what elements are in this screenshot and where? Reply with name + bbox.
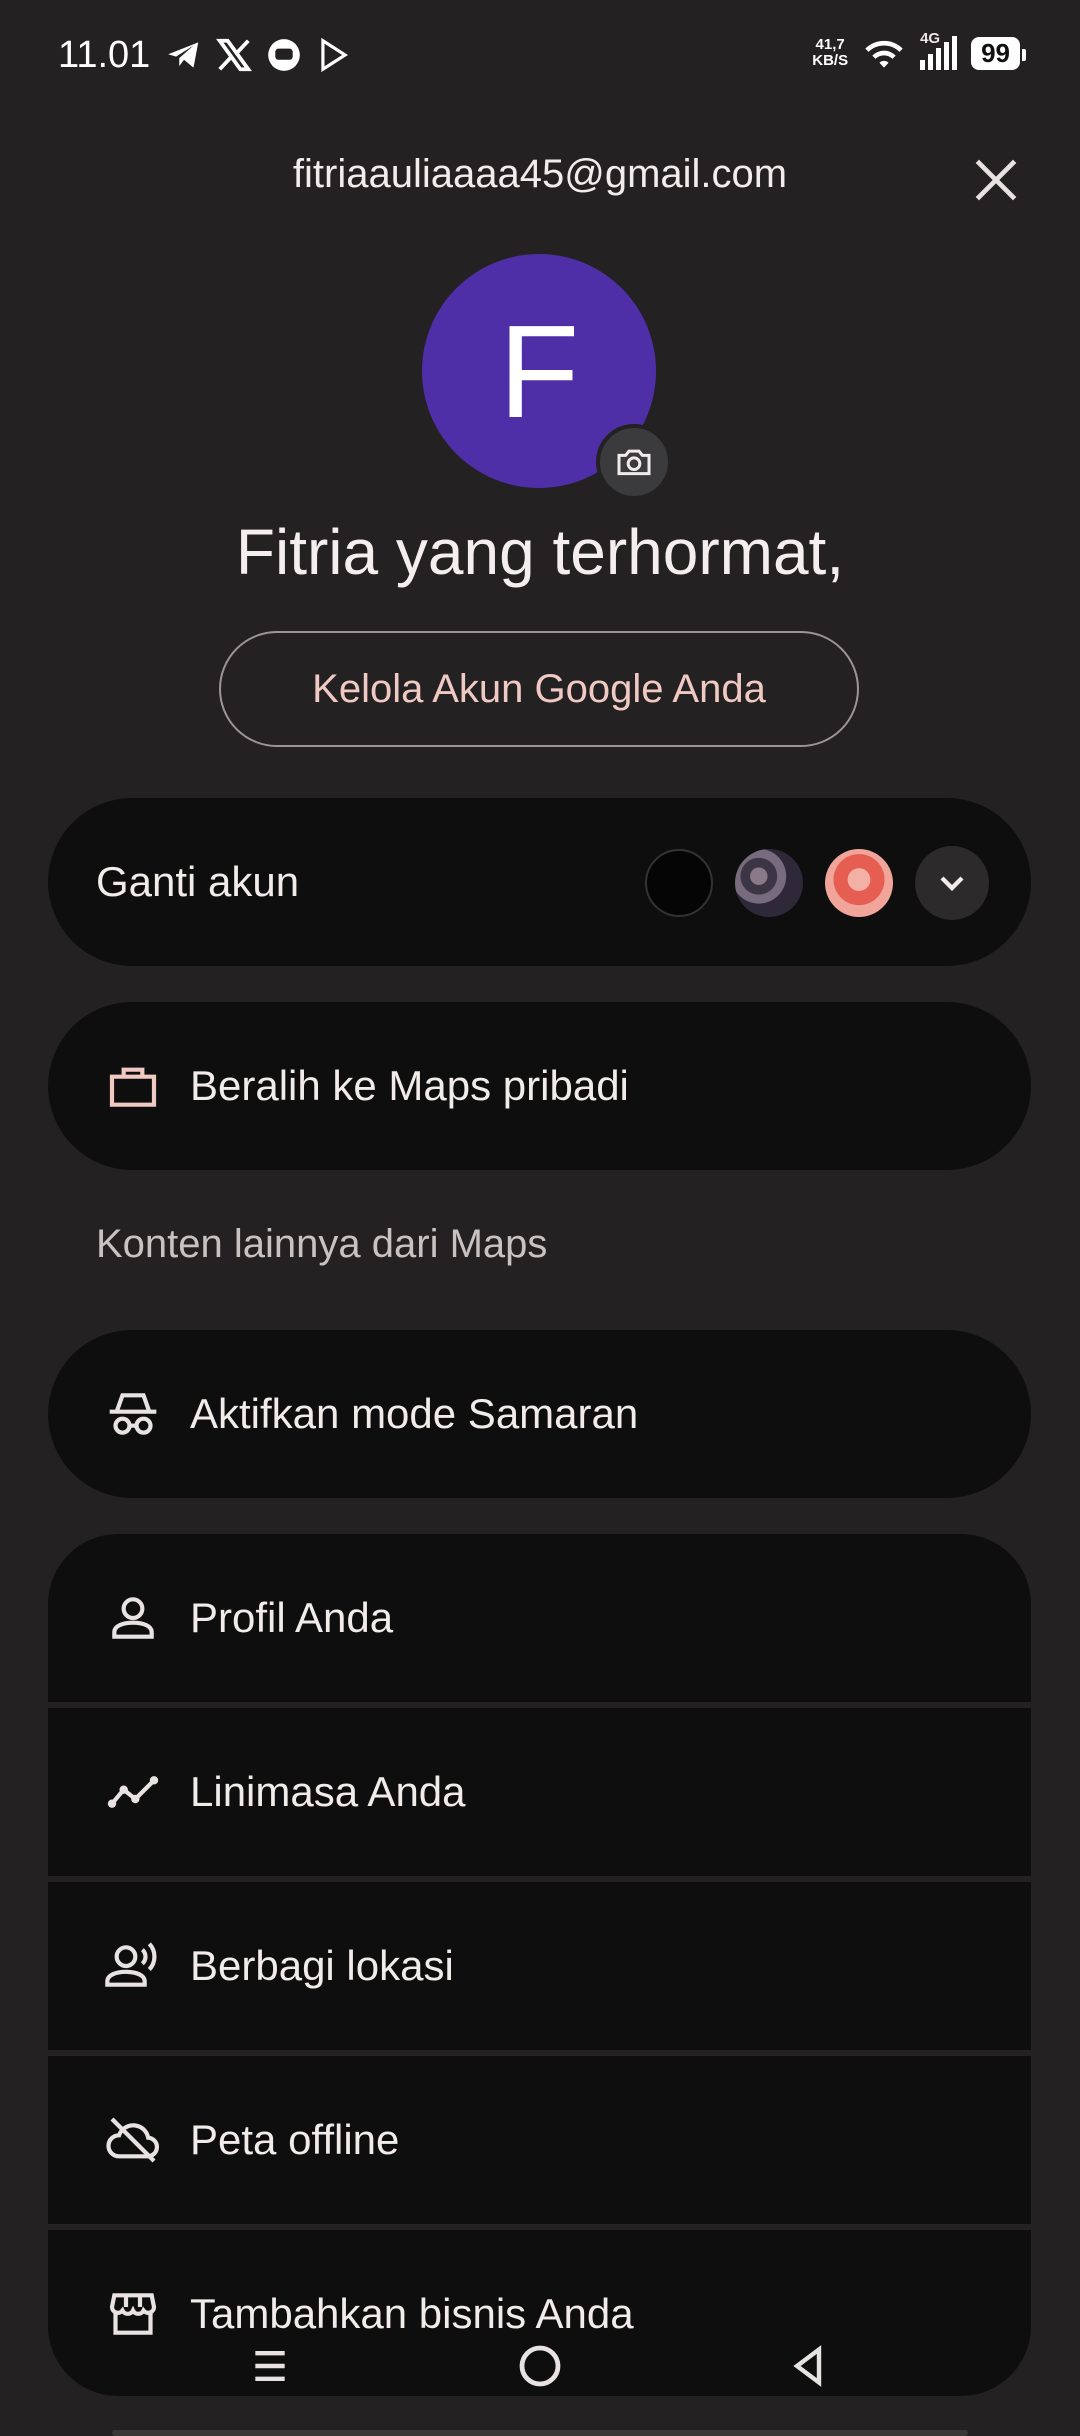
status-bar: 11.01 41,7 KB/S 4G 99 (0, 0, 1080, 115)
close-icon[interactable] (968, 152, 1024, 208)
manage-account-button[interactable]: Kelola Akun Google Anda (219, 631, 859, 747)
menu-item-label: Peta offline (190, 2116, 400, 2163)
switch-account-label: Ganti akun (96, 858, 300, 905)
account-avatar[interactable] (645, 849, 713, 917)
other-accounts (645, 846, 989, 920)
signal-indicator: 4G (920, 30, 958, 70)
account-avatar[interactable] (825, 849, 893, 917)
offline-map-icon (98, 2112, 168, 2168)
menu-item-label: Profil Anda (190, 1594, 394, 1641)
account-email: fitriaauliaaaa45@gmail.com (292, 152, 788, 196)
menu-item-location-sharing[interactable]: Berbagi lokasi (48, 1882, 1031, 2050)
system-navigation-bar (0, 2326, 1080, 2436)
status-app-icons (165, 36, 353, 74)
menu-list: Profil Anda Linimasa Anda Berbagi lokasi… (48, 1534, 1031, 2396)
status-time: 11.01 (58, 34, 151, 76)
menu-item-offline-maps[interactable]: Peta offline (48, 2056, 1031, 2224)
menu-item-timeline[interactable]: Linimasa Anda (48, 1708, 1031, 1876)
incognito-icon (98, 1386, 168, 1442)
net-speed: 41,7 KB/S (812, 36, 849, 69)
section-title: Konten lainnya dari Maps (96, 1222, 548, 1266)
wifi-icon (865, 40, 903, 68)
menu-item-profile[interactable]: Profil Anda (48, 1534, 1031, 1702)
status-indicators: 41,7 KB/S 4G 99 (812, 30, 1026, 72)
back-icon[interactable] (786, 2344, 830, 2388)
menu-item-label: Berbagi lokasi (190, 1942, 454, 1989)
person-icon (98, 1590, 168, 1646)
share-location-icon (98, 1938, 168, 1994)
menu-item-label: Linimasa Anda (190, 1768, 466, 1815)
incognito-row[interactable]: Aktifkan mode Samaran (48, 1330, 1031, 1498)
switch-personal-maps-label: Beralih ke Maps pribadi (190, 1062, 629, 1109)
timeline-icon (98, 1764, 168, 1820)
battery-indicator: 99 (971, 36, 1026, 70)
incognito-label: Aktifkan mode Samaran (190, 1390, 639, 1437)
menu-icon[interactable] (248, 2344, 292, 2388)
chevron-down-icon[interactable] (915, 846, 989, 920)
switch-account-row[interactable]: Ganti akun (48, 798, 1031, 966)
gesture-bar (112, 2430, 968, 2436)
telegram-icon (168, 42, 199, 68)
play-icon (321, 37, 349, 73)
x-icon (216, 38, 252, 72)
switch-personal-maps-row[interactable]: Beralih ke Maps pribadi (48, 1002, 1031, 1170)
chat-icon (268, 39, 300, 71)
account-avatar[interactable] (735, 849, 803, 917)
greeting: Fitria yang terhormat, (235, 516, 845, 588)
briefcase-icon (98, 1058, 168, 1114)
home-icon[interactable] (516, 2342, 564, 2390)
camera-icon[interactable] (596, 424, 672, 500)
